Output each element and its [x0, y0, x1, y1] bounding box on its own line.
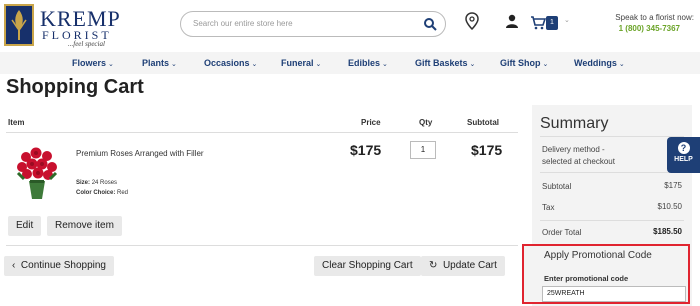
remove-item-button[interactable]: Remove item	[47, 216, 122, 236]
option-color: Color Choice: Red	[76, 190, 128, 196]
table-divider	[6, 245, 518, 246]
summary-divider	[540, 136, 684, 137]
option-size: Size: 24 Roses	[76, 180, 117, 186]
page-title: Shopping Cart	[6, 76, 144, 98]
help-button[interactable]: ? HELP	[667, 137, 700, 173]
option-label: Color Choice:	[76, 190, 116, 196]
chevron-down-icon: ⌄	[315, 61, 322, 68]
order-total-value: $185.50	[653, 227, 682, 236]
summary-divider	[540, 220, 684, 221]
site-header: KREMP FLORIST ...feel special Search our…	[0, 0, 700, 52]
column-header-price: Price	[361, 118, 381, 127]
cart-icon[interactable]	[530, 15, 546, 30]
nav-item-label: Gift Baskets	[415, 58, 468, 68]
delivery-method-label: Delivery method - selected at checkout	[542, 144, 615, 168]
chevron-down-icon: ⌄	[382, 61, 388, 68]
search-icon[interactable]	[423, 17, 437, 31]
column-header-item: Item	[8, 118, 25, 127]
nav-item-label: Gift Shop	[500, 58, 541, 68]
summary-tax-label: Tax	[542, 203, 555, 212]
account-icon[interactable]	[505, 14, 519, 28]
chevron-left-icon: ‹	[12, 260, 16, 271]
product-name-link[interactable]: Premium Roses Arranged with Filler	[76, 149, 204, 158]
chevron-down-icon: ⌄	[251, 61, 258, 68]
nav-item-label: Weddings	[574, 58, 617, 68]
nav-item-plants[interactable]: Plants ⌄	[142, 58, 177, 68]
promo-field-label: Enter promotional code	[544, 274, 629, 283]
summary-divider	[540, 172, 684, 173]
summary-title: Summary	[540, 115, 609, 132]
nav-item-funeral[interactable]: Funeral ⌄	[281, 58, 321, 68]
nav-item-label: Edibles	[348, 58, 381, 68]
refresh-icon: ↻	[429, 260, 438, 271]
summary-subtotal-value: $175	[664, 181, 682, 190]
option-value: 24 Roses	[91, 180, 118, 186]
button-label: Update Cart	[442, 260, 497, 271]
option-value: Red	[117, 190, 129, 196]
nav-item-gift-baskets[interactable]: Gift Baskets ⌄	[415, 58, 475, 68]
nav-item-label: Plants	[142, 58, 170, 68]
clear-cart-button[interactable]: Clear Shopping Cart	[314, 256, 421, 276]
promo-code-input[interactable]: 25WREATH	[542, 286, 686, 302]
item-price: $175	[350, 142, 382, 158]
logo-emblem	[4, 4, 34, 46]
order-total-label: Order Total	[542, 228, 582, 237]
option-label: Size:	[76, 180, 91, 186]
main-nav: Flowers ⌄ Plants ⌄ Occasions ⌄ Funeral ⌄ Edi…	[0, 52, 700, 74]
chevron-down-icon[interactable]: ⌄	[564, 16, 570, 24]
nav-item-occasions[interactable]: Occasions ⌄	[204, 58, 257, 68]
quantity-input[interactable]: 1	[410, 141, 436, 159]
table-divider	[6, 132, 518, 133]
chevron-down-icon: ⌄	[469, 61, 476, 68]
search-input[interactable]: Search our entire store here	[193, 19, 293, 28]
brand-logo[interactable]: KREMP FLORIST ...feel special	[4, 4, 124, 48]
chevron-down-icon: ⌄	[618, 61, 625, 68]
nav-item-weddings[interactable]: Weddings ⌄	[574, 58, 625, 68]
column-header-subtotal: Subtotal	[467, 118, 499, 127]
speak-to-florist-label: Speak to a florist now:	[615, 13, 694, 22]
nav-item-label: Flowers	[72, 58, 107, 68]
item-subtotal: $175	[471, 142, 503, 158]
phone-link[interactable]: 1 (800) 345-7367	[592, 24, 680, 33]
summary-tax-value: $10.50	[657, 202, 682, 211]
location-pin-icon[interactable]	[465, 12, 479, 30]
button-label: Continue Shopping	[20, 260, 106, 271]
chevron-down-icon: ⌄	[108, 61, 114, 68]
nav-item-flowers[interactable]: Flowers ⌄	[72, 58, 114, 68]
question-icon: ?	[677, 142, 690, 154]
help-label: HELP	[674, 156, 693, 163]
nav-item-label: Funeral	[281, 58, 314, 68]
nav-item-edibles[interactable]: Edibles ⌄	[348, 58, 388, 68]
continue-shopping-button[interactable]: ‹ Continue Shopping	[4, 256, 114, 276]
product-image[interactable]	[14, 143, 60, 203]
promo-code-section: Apply Promotional Code Enter promotional…	[522, 244, 690, 304]
promo-title[interactable]: Apply Promotional Code	[544, 250, 652, 261]
summary-subtotal-label: Subtotal	[542, 182, 572, 191]
nav-item-gift-shop[interactable]: Gift Shop ⌄	[500, 58, 548, 68]
cart-count-badge[interactable]: 1	[546, 16, 558, 30]
delivery-line: selected at checkout	[542, 157, 615, 166]
update-cart-button[interactable]: ↻ Update Cart	[421, 256, 505, 276]
delivery-line: Delivery method -	[542, 145, 605, 154]
brand-tagline: ...feel special	[68, 40, 105, 48]
edit-button[interactable]: Edit	[8, 216, 42, 236]
chevron-down-icon: ⌄	[171, 61, 177, 68]
search-bar[interactable]: Search our entire store here	[180, 11, 446, 37]
nav-item-label: Occasions	[204, 58, 250, 68]
column-header-qty: Qty	[419, 118, 433, 127]
chevron-down-icon: ⌄	[542, 61, 549, 68]
